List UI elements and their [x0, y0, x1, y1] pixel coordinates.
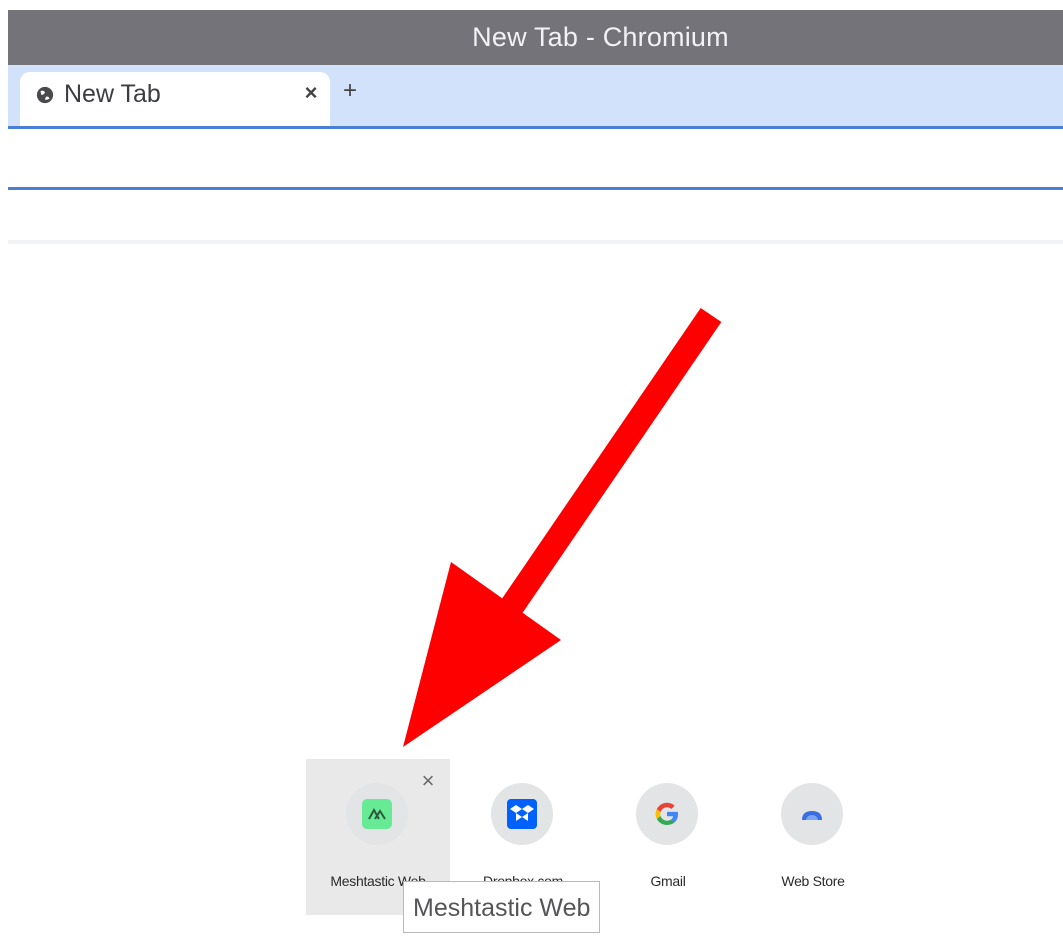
shortcut-tile-gmail[interactable]: Gmail — [596, 759, 740, 915]
google-icon — [655, 802, 678, 825]
tab-strip: New Tab × + — [8, 65, 1063, 127]
omnibox-toolbar[interactable] — [8, 129, 1063, 187]
bookmarks-bar — [8, 190, 1063, 244]
shortcut-icon-circle — [781, 783, 843, 845]
shortcut-icon-circle — [636, 783, 698, 845]
window-title: New Tab - Chromium — [472, 22, 729, 52]
shortcut-label: Web Store — [781, 873, 845, 889]
shortcut-icon-circle — [491, 783, 553, 845]
tab-close-icon[interactable]: × — [300, 82, 322, 104]
shortcut-label: Gmail — [650, 873, 686, 889]
shortcut-tile-web-store[interactable]: Web Store — [741, 759, 885, 915]
globe-icon — [36, 86, 54, 104]
tab-title: New Tab — [64, 80, 161, 108]
shortcut-icon-circle — [346, 783, 408, 845]
shortcut-tooltip: Meshtastic Web — [403, 881, 601, 933]
window-title-bar: New Tab - Chromium — [8, 10, 1063, 65]
meshtastic-icon — [362, 799, 392, 829]
new-tab-button[interactable]: + — [338, 79, 362, 103]
dropbox-icon — [507, 799, 537, 829]
tab-new-tab[interactable]: New Tab × — [20, 72, 330, 127]
web-store-icon — [802, 811, 822, 820]
shortcut-remove-icon[interactable]: × — [418, 770, 438, 792]
screenshot-root: New Tab - Chromium New Tab × + × Meshtas… — [0, 0, 1063, 937]
